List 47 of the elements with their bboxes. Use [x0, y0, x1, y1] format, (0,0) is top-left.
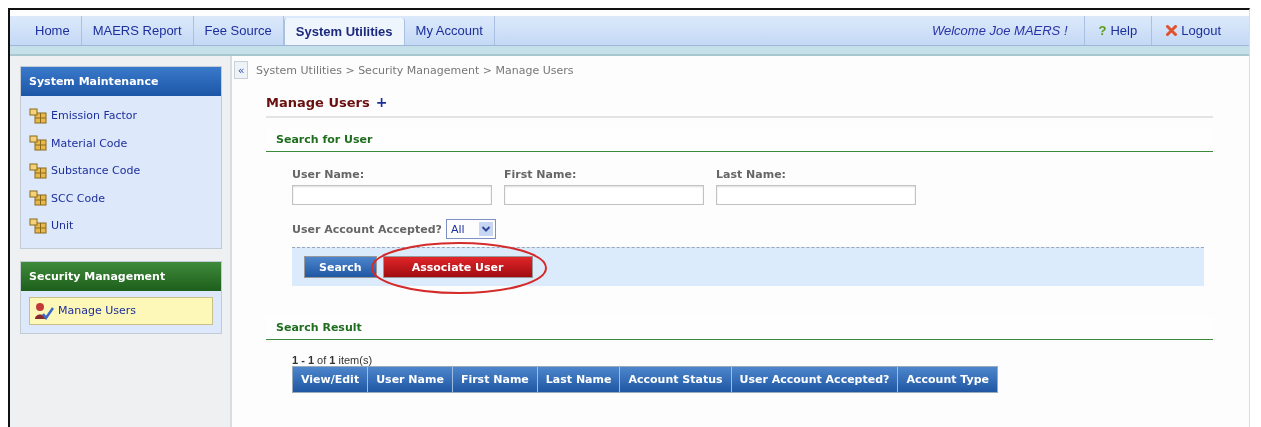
collapse-button[interactable]: « [234, 61, 248, 79]
column-header[interactable]: View/Edit [293, 367, 369, 392]
input-field[interactable] [716, 185, 916, 205]
grid-icon [29, 107, 47, 124]
nav-tab[interactable]: System Utilities [283, 18, 405, 45]
nav-tab[interactable]: My Account [404, 16, 495, 45]
column-header[interactable]: Account Type [898, 367, 998, 392]
nav-tab[interactable]: Home [24, 16, 82, 45]
panel-header: System Maintenance [21, 67, 221, 96]
dropdown[interactable]: All [445, 219, 496, 239]
column-header[interactable]: User Account Accepted? [731, 367, 899, 392]
add-button[interactable]: + [375, 94, 388, 110]
column-header[interactable]: Last Name [537, 367, 621, 392]
sidebar-item[interactable]: Unit [29, 212, 213, 240]
nav-tab[interactable]: MAERS Report [81, 16, 194, 45]
grid-icon [29, 190, 47, 207]
sidebar-item[interactable]: Emission Factor [29, 102, 213, 130]
grid-icon [29, 217, 47, 234]
grid-icon [29, 162, 47, 179]
input-field[interactable] [292, 185, 492, 205]
sidebar-item[interactable]: SCC Code [29, 184, 213, 212]
logout-link[interactable]: Logout [1152, 16, 1249, 45]
grid-icon [29, 135, 47, 152]
sidebar-item[interactable]: Substance Code [29, 157, 213, 185]
field-label: User Account Accepted? [292, 222, 442, 236]
welcome-text: Welcome Joe MAERS ! [931, 16, 1085, 45]
chevron-down-icon [478, 222, 493, 236]
input-field[interactable] [504, 185, 704, 205]
column-header[interactable]: User Name [368, 367, 453, 392]
field-label: First Name: [504, 168, 578, 181]
user-check-icon [34, 301, 54, 320]
pager-text: 1 - 1 of 1 item(s) [292, 354, 374, 366]
field-label: User Name: [292, 168, 366, 181]
associate-button[interactable]: Associate User [382, 256, 533, 278]
page-title: Manage Users [266, 94, 370, 110]
field-label: Last Name: [716, 168, 788, 181]
column-header[interactable]: Account Status [620, 367, 732, 392]
column-header[interactable]: First Name [452, 367, 538, 392]
breadcrumb: System Utilities > Security Management > Manage Users [256, 63, 574, 77]
close-icon [1166, 25, 1178, 36]
sidebar-item[interactable]: Manage Users [29, 296, 213, 325]
panel-header: Security Management [21, 261, 221, 291]
nav-tab[interactable]: Fee Source [193, 16, 284, 45]
search-button[interactable]: Search [304, 256, 377, 278]
sidebar-item[interactable]: Material Code [29, 129, 213, 157]
help-link[interactable]: ? Help [1084, 16, 1153, 45]
question-icon: ? [1098, 16, 1107, 45]
